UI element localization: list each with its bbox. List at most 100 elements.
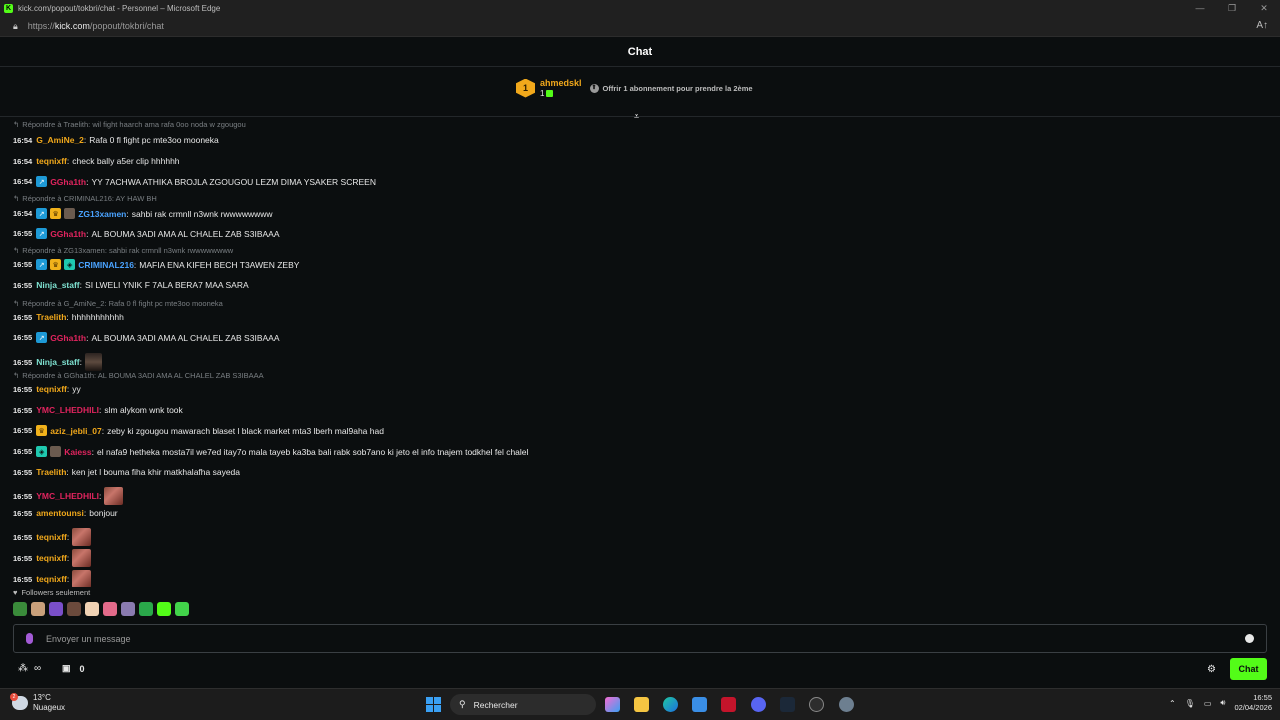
blue-badge-icon[interactable]: ↗ (36, 332, 48, 343)
emote-icon[interactable] (72, 549, 92, 567)
adobe-icon[interactable] (721, 697, 736, 712)
message-username[interactable]: YMC_LHEDHILI (36, 405, 99, 415)
message-username[interactable]: CRIMINAL216 (78, 260, 134, 270)
reply-context[interactable]: ↰ Répondre à Traelith: wil fight haarch a… (13, 120, 246, 129)
steam-icon[interactable] (780, 697, 795, 712)
chat-message[interactable]: 16:55 Traelith: hhhhhhhhhhh (13, 312, 124, 322)
emote-face-icon[interactable] (31, 602, 45, 616)
store-app-icon[interactable] (692, 697, 707, 712)
message-username[interactable]: teqnixff (36, 553, 67, 563)
message-username[interactable]: Ninja_staff (36, 280, 79, 290)
gold-badge-icon[interactable]: ♛ (50, 208, 62, 219)
obs-icon[interactable] (809, 697, 824, 712)
emote-logo-icon[interactable] (49, 602, 63, 616)
blue-badge-icon[interactable]: ↗ (36, 176, 48, 187)
emote-icon[interactable] (85, 353, 103, 371)
message-username[interactable]: ZG13xamen (78, 209, 126, 219)
blue-badge-icon[interactable]: ↗ (36, 208, 48, 219)
chat-message[interactable]: 16:55 YMC_LHEDHILI: slm alykom wnk took (13, 405, 183, 415)
message-username[interactable]: GGha1th (50, 333, 86, 343)
emote-icon[interactable] (104, 487, 124, 505)
chat-message[interactable]: 16:55 ◈ Kaiess: el nafa9 hetheka mosta7il w… (13, 446, 528, 457)
message-username[interactable]: teqnixff (36, 532, 67, 542)
channel-points-infinity[interactable]: ⁂ ∞ (18, 663, 41, 674)
chat-message[interactable]: 16:55 Ninja_staff: (13, 353, 103, 371)
settings-app-icon[interactable] (839, 697, 854, 712)
leaderboard-username[interactable]: ahmedskl (540, 78, 582, 88)
message-username[interactable]: GGha1th (50, 229, 86, 239)
reply-context[interactable]: ↰ Répondre à CRIMINAL216: AY HAW BH (13, 194, 157, 203)
emote-icon[interactable] (72, 528, 92, 546)
chat-message[interactable]: 16:54 ↗ ♛ ZG13xamen: sahbi rak crmnll n3wnk … (13, 208, 273, 219)
weather-widget[interactable]: 2 13°C Nuageux (10, 693, 65, 713)
message-username[interactable]: aziz_jebli_07 (50, 426, 102, 436)
chat-message[interactable]: 16:55 teqnixff: (13, 528, 92, 546)
chat-message[interactable]: 16:54 ↗ GGha1th: YY 7ACHWA ATHIKA BROJLA ZG… (13, 176, 376, 187)
emote-smile-icon[interactable] (175, 602, 189, 616)
chat-message[interactable]: 16:54 teqnixff: check bally a5er clip hhhh… (13, 156, 180, 166)
message-username[interactable]: Traelith (36, 467, 66, 477)
emote-pepe-icon[interactable] (13, 602, 27, 616)
chat-message[interactable]: 16:55 teqnixff: (13, 570, 92, 587)
message-username[interactable]: Traelith (36, 312, 66, 322)
chat-message[interactable]: 16:55 Traelith: ken jet l bouma fiha khir … (13, 467, 240, 477)
message-username[interactable]: YMC_LHEDHILI (36, 491, 99, 501)
chevron-up-icon[interactable]: ⌃ (1169, 699, 1176, 708)
emote-man-icon[interactable] (67, 602, 81, 616)
address-bar[interactable]: 🔒︎ https://kick.com/popout/tokbri/chat A… (0, 16, 1280, 37)
reply-context[interactable]: ↰ Répondre à G_AmiNe_2: Rafa 0 fl fight p… (13, 299, 223, 308)
message-username[interactable]: G_AmiNe_2 (36, 135, 84, 145)
emote-baby-icon[interactable] (85, 602, 99, 616)
gold-badge-icon[interactable]: ♛ (50, 259, 62, 270)
chat-settings-gear-icon[interactable]: ⚙ (1207, 664, 1216, 675)
mic-tray-icon[interactable]: 🎙︎ (1185, 699, 1195, 708)
chat-message[interactable]: 16:55 ♛ aziz_jebli_07: zeby ki zgougou mawa… (13, 425, 384, 436)
taskbar-search[interactable]: ⚲ Rechercher (450, 694, 596, 715)
windows-start-icon[interactable] (426, 697, 441, 712)
microphone-icon[interactable] (26, 633, 33, 644)
minimize-button[interactable]: — (1184, 0, 1216, 16)
chat-message[interactable]: 16:55 ↗ ♛ ◈ CRIMINAL216: MAFIA ENA KIFEH BECH… (13, 259, 299, 270)
url-text[interactable]: https://kick.com/popout/tokbri/chat (28, 21, 164, 31)
avatar-badge-icon[interactable] (64, 208, 76, 219)
chat-message[interactable]: 16:55 teqnixff: yy (13, 384, 81, 394)
read-aloud-icon[interactable]: A↑ (1256, 20, 1268, 31)
lock-icon[interactable]: 🔒︎ (13, 21, 18, 32)
send-chat-button[interactable]: Chat (1230, 658, 1267, 680)
message-input[interactable] (46, 633, 1146, 644)
teal-badge-icon[interactable]: ◈ (64, 259, 76, 270)
clock[interactable]: 16:55 02/04/2026 (1234, 693, 1272, 713)
copilot-icon[interactable] (605, 697, 620, 712)
message-username[interactable]: amentounsi (36, 508, 84, 518)
message-username[interactable]: teqnixff (36, 156, 67, 166)
emote-hand-icon[interactable] (103, 602, 117, 616)
chat-message[interactable]: 16:55 ↗ GGha1th: AL BOUMA 3ADI AMA AL CHALE… (13, 228, 280, 239)
restore-button[interactable]: ❐ (1216, 0, 1248, 16)
message-username[interactable]: teqnixff (36, 384, 67, 394)
emote-green-icon[interactable] (139, 602, 153, 616)
chat-message[interactable]: 16:55 YMC_LHEDHILI: (13, 487, 124, 505)
message-username[interactable]: Kaiess (64, 447, 91, 457)
file-explorer-icon[interactable] (634, 697, 649, 712)
emote-ghost-icon[interactable] (121, 602, 135, 616)
avatar-badge-icon[interactable] (50, 446, 62, 457)
message-username[interactable]: GGha1th (50, 177, 86, 187)
chat-messages-list[interactable]: ↰ Répondre à Traelith: wil fight haarch a… (0, 117, 1280, 587)
gold-badge-icon[interactable]: ♛ (36, 425, 48, 436)
emote-icon[interactable] (72, 570, 92, 587)
emoji-picker-icon[interactable] (1245, 634, 1254, 643)
chat-message[interactable]: 16:55 Ninja_staff: SI LWELI YNIK F 7ALA BE… (13, 280, 249, 290)
reply-context[interactable]: ↰ Répondre à ZG13xamen: sahbi rak crmnll … (13, 246, 233, 255)
chat-message[interactable]: 16:55 ↗ GGha1th: AL BOUMA 3ADI AMA AL CHALE… (13, 332, 280, 343)
chat-message[interactable]: 16:55 teqnixff: (13, 549, 92, 567)
message-input-box[interactable] (13, 624, 1267, 653)
chat-message[interactable]: 16:54 G_AmiNe_2: Rafa 0 fl fight pc mte3oo… (13, 135, 219, 145)
message-username[interactable]: teqnixff (36, 574, 67, 584)
gift-sub-offer[interactable]: ⬆ Offrir 1 abonnement pour prendre la 2è… (589, 83, 753, 93)
display-icon[interactable]: ▭ (1204, 699, 1212, 708)
discord-icon[interactable] (751, 697, 766, 712)
edge-icon[interactable] (663, 697, 678, 712)
leaderboard-entry[interactable]: 1 ahmedskl 1 ⬆ Offrir 1 abonnement pour … (516, 78, 753, 98)
chat-message[interactable]: 16:55 amentounsi: bonjour (13, 508, 118, 518)
emote-kick-icon[interactable] (157, 602, 171, 616)
